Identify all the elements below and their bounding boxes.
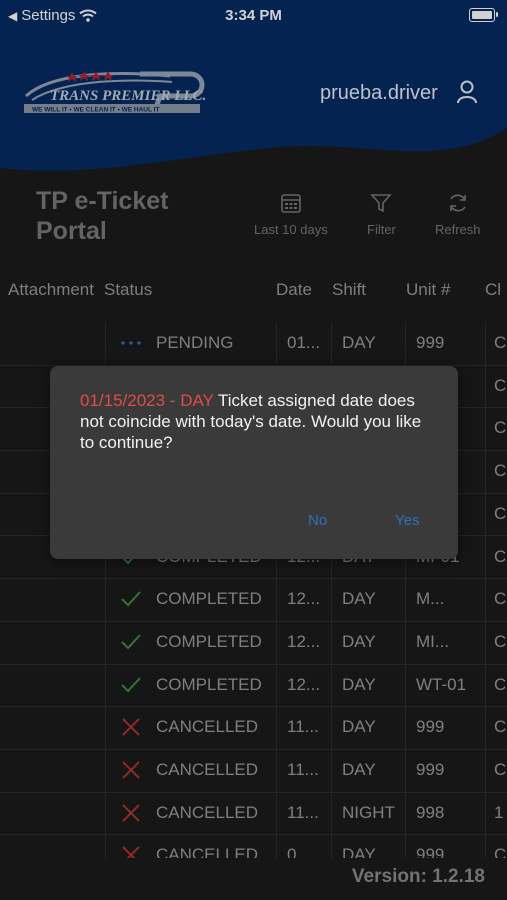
yes-button[interactable]: Yes	[395, 512, 419, 529]
no-button[interactable]: No	[308, 512, 327, 529]
dialog-message: 01/15/2023 - DAY Ticket assigned date do…	[80, 390, 430, 453]
dialog-date-highlight: 01/15/2023 - DAY	[80, 391, 214, 410]
confirm-date-dialog: 01/15/2023 - DAY Ticket assigned date do…	[50, 366, 458, 559]
